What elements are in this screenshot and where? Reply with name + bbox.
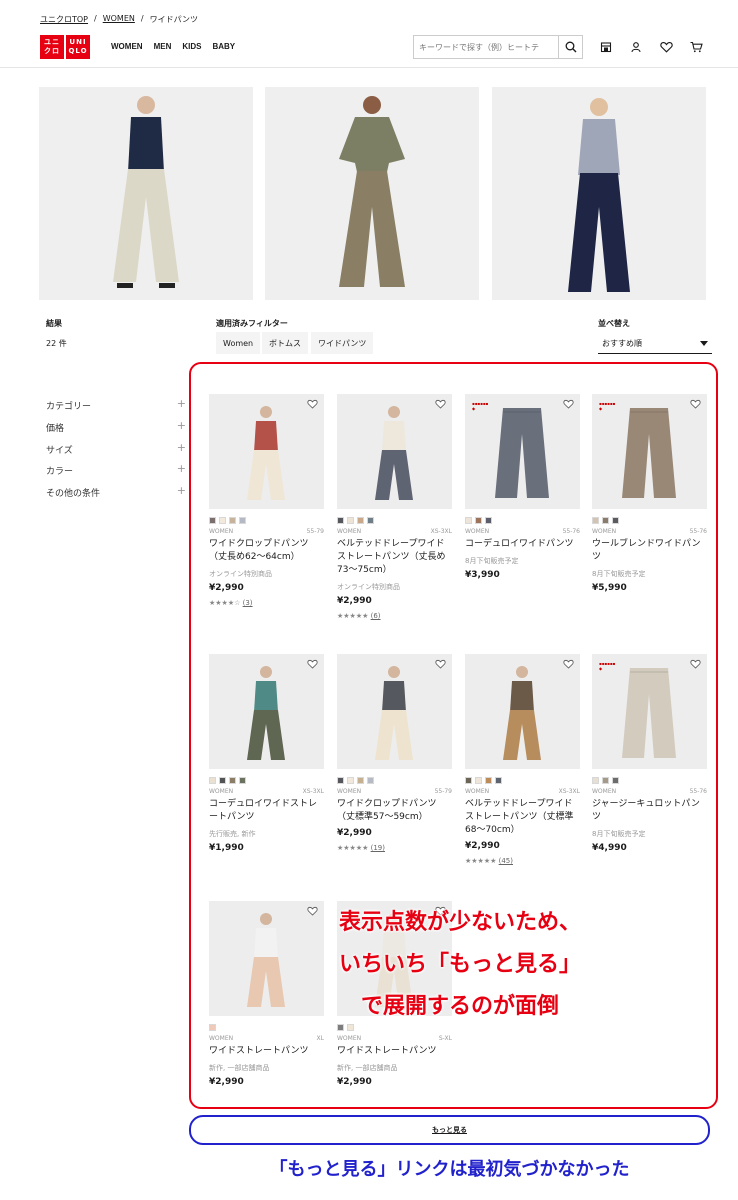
plus-icon: + xyxy=(176,441,186,454)
header-icons xyxy=(598,39,704,55)
more-link[interactable]: もっと見る xyxy=(432,1125,467,1135)
filter-chip-women[interactable]: Women xyxy=(216,332,261,354)
nav-kids[interactable]: KIDS xyxy=(182,42,201,51)
plus-icon: + xyxy=(176,484,186,497)
sidebar-item-size[interactable]: サイズ + xyxy=(46,441,186,456)
search-box xyxy=(413,35,583,59)
annotation-red-note: 表示点数が少ないため、 いちいち「もっと見る」 で展開するのが面倒 xyxy=(338,910,581,1019)
breadcrumb-current: ワイドパンツ xyxy=(149,15,198,24)
filter-chip-wide-pants[interactable]: ワイドパンツ xyxy=(311,332,374,354)
search-icon xyxy=(565,41,577,53)
plus-icon: + xyxy=(176,462,186,475)
cart-icon[interactable] xyxy=(688,39,704,55)
nav-baby[interactable]: BABY xyxy=(212,42,235,51)
hero-image-3[interactable] xyxy=(492,87,706,300)
hero-image-2[interactable] xyxy=(265,87,479,300)
caret-down-icon xyxy=(700,341,708,346)
sort-label: 並べ替え xyxy=(598,319,630,328)
breadcrumb-women-link[interactable]: WOMEN xyxy=(103,14,135,25)
annotation-blue-note: 「もっと見る」リンクは最初気づかなかった xyxy=(269,1159,630,1180)
plus-icon: + xyxy=(176,397,186,410)
results-label: 結果 xyxy=(46,319,62,328)
breadcrumb-top-link[interactable]: ユニクロTOP xyxy=(40,14,88,25)
applied-filters-label: 適用済みフィルター xyxy=(216,319,288,328)
sidebar-item-color[interactable]: カラー + xyxy=(46,462,186,477)
user-icon[interactable] xyxy=(628,39,644,55)
search-button[interactable] xyxy=(558,36,582,58)
plus-icon: + xyxy=(176,419,186,432)
global-nav: WOMEN MEN KIDS BABY xyxy=(111,42,235,51)
filter-chip-bottoms[interactable]: ボトムス xyxy=(262,332,308,354)
store-icon[interactable] xyxy=(598,39,614,55)
nav-men[interactable]: MEN xyxy=(154,42,172,51)
sort-value: おすすめ順 xyxy=(602,339,642,348)
nav-women[interactable]: WOMEN xyxy=(111,42,143,51)
header-divider xyxy=(0,67,738,68)
sidebar-item-category[interactable]: カテゴリー + xyxy=(46,397,186,412)
sidebar-item-other[interactable]: その他の条件 + xyxy=(46,484,186,499)
breadcrumb: ユニクロTOP / WOMEN / ワイドパンツ xyxy=(40,14,198,25)
annotation-blue-frame: もっと見る xyxy=(189,1115,710,1145)
search-input[interactable] xyxy=(414,36,559,58)
uniqlo-logo[interactable]: ユニ クロ UNI QLO xyxy=(40,35,90,59)
logo-katakana: ユニ クロ xyxy=(40,35,64,59)
sidebar-item-price[interactable]: 価格 + xyxy=(46,419,186,434)
results-count: 22 件 xyxy=(46,339,67,348)
heart-icon[interactable] xyxy=(658,39,674,55)
logo-latin: UNI QLO xyxy=(66,35,90,59)
hero-image-1[interactable] xyxy=(39,87,253,300)
sort-select[interactable]: おすすめ順 xyxy=(598,334,712,354)
